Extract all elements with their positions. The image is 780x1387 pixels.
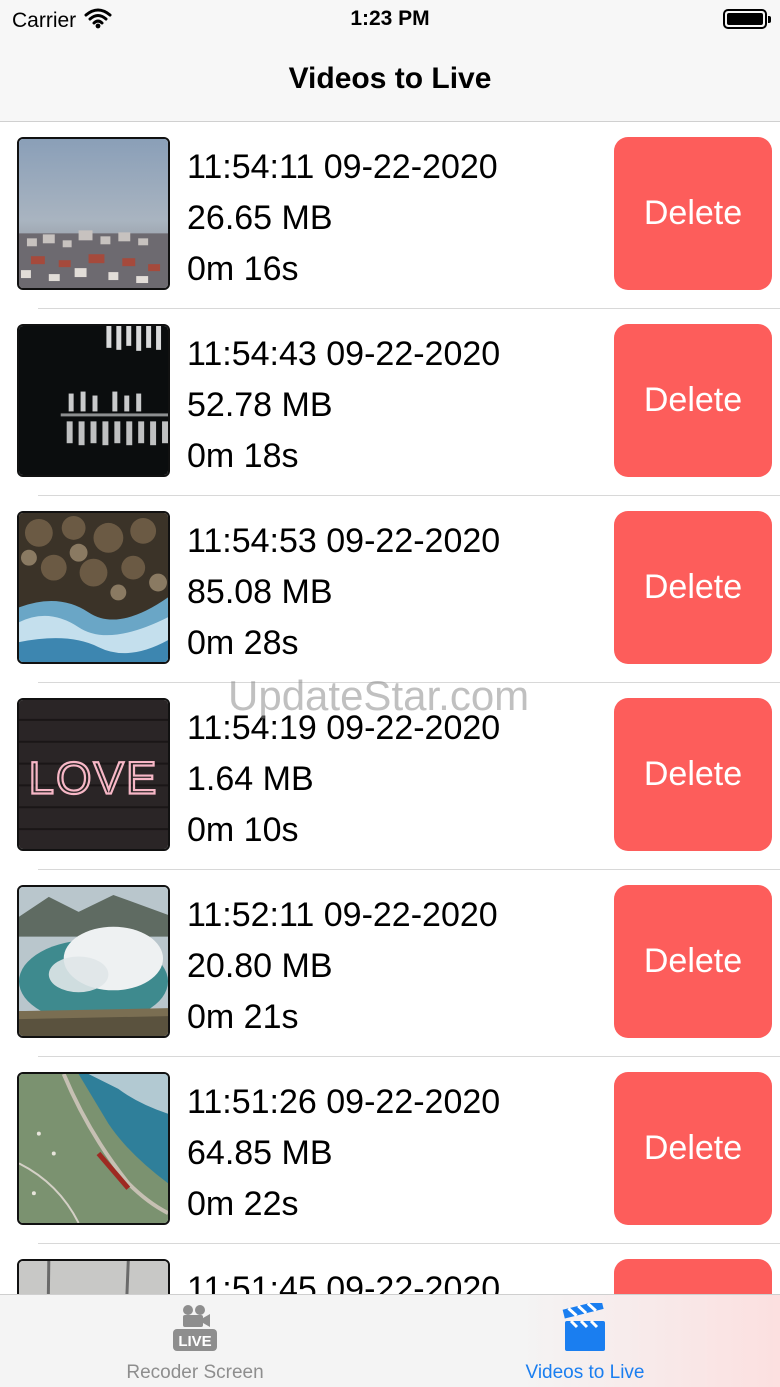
delete-button[interactable]: Delete	[614, 698, 772, 851]
video-info: 11:51:26 09-22-2020 64.85 MB 0m 22s	[187, 1077, 500, 1230]
video-datetime: 11:54:53 09-22-2020	[187, 522, 501, 560]
video-duration: 0m 21s	[187, 998, 299, 1036]
live-camera-icon: LIVE	[171, 1303, 219, 1353]
video-thumbnail[interactable]	[17, 137, 170, 290]
video-info: 11:52:11 09-22-2020 20.80 MB 0m 21s	[187, 890, 498, 1043]
clapperboard-icon	[561, 1300, 609, 1353]
video-size: 20.80 MB	[187, 947, 333, 985]
video-datetime: 11:54:43 09-22-2020	[187, 335, 501, 373]
live-badge-text: LIVE	[178, 1333, 211, 1350]
list-item[interactable]: 11:54:43 09-22-2020 52.78 MB 0m 18s Dele…	[0, 309, 780, 496]
delete-button[interactable]: Delete	[614, 511, 772, 664]
video-duration: 0m 18s	[187, 437, 299, 475]
list-item[interactable]: 11:54:53 09-22-2020 85.08 MB 0m 28s Dele…	[0, 496, 780, 683]
love-neon-text: LOVE	[29, 752, 159, 803]
tab-recoder-screen[interactable]: LIVE Recoder Screen	[0, 1295, 390, 1387]
list-item[interactable]: 11:54:11 09-22-2020 26.65 MB 0m 16s Dele…	[0, 122, 780, 309]
video-datetime: 11:54:11 09-22-2020	[187, 148, 498, 186]
tab-label: Recoder Screen	[126, 1362, 264, 1383]
video-thumbnail[interactable]	[17, 1259, 170, 1294]
tab-bar: LIVE Recoder Screen Videos to Live	[0, 1294, 780, 1387]
video-info: 11:54:43 09-22-2020 52.78 MB 0m 18s	[187, 329, 500, 482]
status-bar: Carrier 1:23 PM	[0, 0, 780, 40]
delete-button[interactable]: Delete	[614, 324, 772, 477]
video-size: 64.85 MB	[187, 1134, 333, 1172]
video-size: 26.65 MB	[187, 199, 333, 237]
video-info: 11:54:19 09-22-2020 1.64 MB 0m 10s	[187, 703, 500, 856]
video-datetime: 11:52:11 09-22-2020	[187, 896, 498, 934]
video-duration: 0m 28s	[187, 624, 299, 662]
navigation-bar: Videos to Live	[0, 40, 780, 122]
video-datetime: 11:51:45 09-22-2020	[187, 1270, 501, 1294]
video-thumbnail[interactable]	[17, 511, 170, 664]
video-size: 52.78 MB	[187, 386, 333, 424]
video-thumbnail[interactable]	[17, 324, 170, 477]
page-title: Videos to Live	[288, 62, 492, 95]
list-item[interactable]: LOVE 11:54:19 09-22-2020 1.64 MB 0m 10s …	[0, 683, 780, 870]
video-info: 11:51:45 09-22-2020	[187, 1264, 500, 1294]
video-thumbnail[interactable]	[17, 1072, 170, 1225]
video-info: 11:54:11 09-22-2020 26.65 MB 0m 16s	[187, 142, 498, 295]
tab-label: Videos to Live	[525, 1362, 645, 1383]
delete-button[interactable]: Delete	[614, 1259, 772, 1294]
video-thumbnail[interactable]: LOVE	[17, 698, 170, 851]
list-item[interactable]: 11:52:11 09-22-2020 20.80 MB 0m 21s Dele…	[0, 870, 780, 1057]
delete-button[interactable]: Delete	[614, 885, 772, 1038]
delete-button[interactable]: Delete	[614, 137, 772, 290]
status-time: 1:23 PM	[350, 7, 430, 30]
delete-button[interactable]: Delete	[614, 1072, 772, 1225]
video-list[interactable]: 11:54:11 09-22-2020 26.65 MB 0m 16s Dele…	[0, 122, 780, 1294]
video-datetime: 11:51:26 09-22-2020	[187, 1083, 501, 1121]
battery-icon	[723, 9, 771, 29]
video-duration: 0m 22s	[187, 1185, 299, 1223]
video-size: 1.64 MB	[187, 760, 314, 798]
video-duration: 0m 16s	[187, 250, 299, 288]
video-size: 85.08 MB	[187, 573, 333, 611]
video-info: 11:54:53 09-22-2020 85.08 MB 0m 28s	[187, 516, 500, 669]
video-duration: 0m 10s	[187, 811, 299, 849]
tab-videos-to-live[interactable]: Videos to Live	[390, 1295, 780, 1387]
list-item[interactable]: 11:51:45 09-22-2020 Delete	[0, 1244, 780, 1294]
video-datetime: 11:54:19 09-22-2020	[187, 709, 501, 747]
list-item[interactable]: 11:51:26 09-22-2020 64.85 MB 0m 22s Dele…	[0, 1057, 780, 1244]
video-thumbnail[interactable]	[17, 885, 170, 1038]
